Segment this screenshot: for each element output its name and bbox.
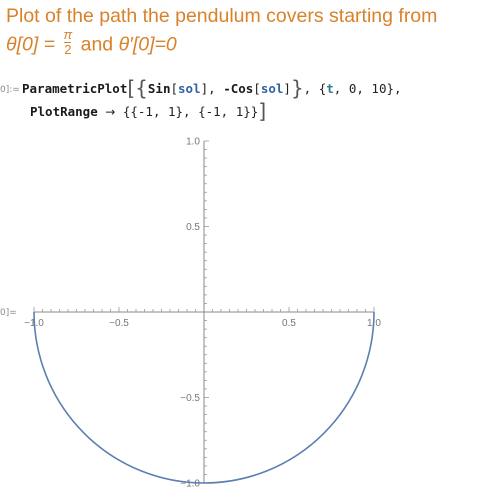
y-tick-label: −1.0 [180,479,200,490]
y-tick-label: 0.5 [186,222,200,233]
x-tick-label: 0.5 [282,318,296,329]
parametric-plot[interactable]: −1.0 −0.5 0.5 1.0−1.0−0.50.51.0 [0,0,481,492]
y-tick-label: −0.5 [180,393,200,404]
x-tick-label: −0.5 [109,318,129,329]
y-tick-label: 1.0 [186,137,200,148]
